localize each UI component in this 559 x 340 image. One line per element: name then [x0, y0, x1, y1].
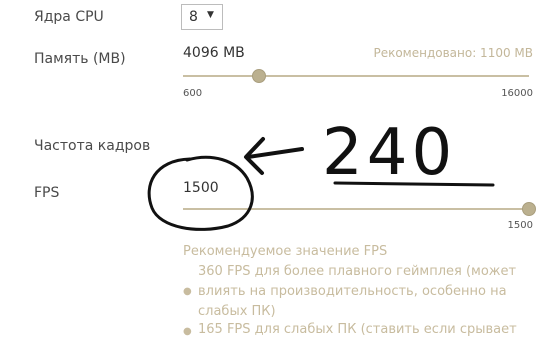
- annotation-circle: [147, 155, 254, 231]
- annotation-text: 240: [322, 116, 456, 190]
- handwritten-annotation: 240: [147, 116, 495, 231]
- annotation-arrow: [246, 147, 304, 159]
